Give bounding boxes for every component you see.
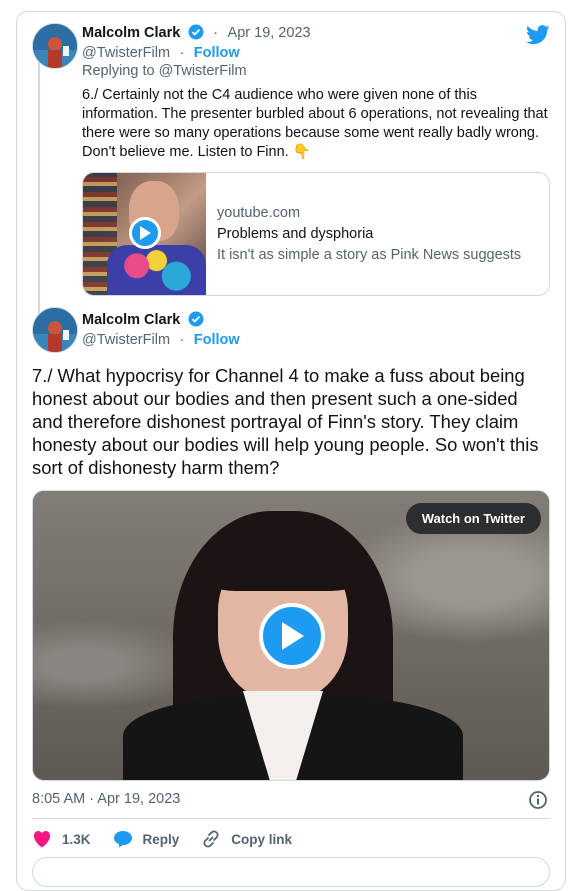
- separator-dot: ·: [179, 332, 185, 348]
- verified-badge-icon: [188, 311, 204, 332]
- separator-dot: ·: [179, 45, 185, 61]
- link-domain: youtube.com: [217, 205, 301, 221]
- tweet-text: 7./ What hypocrisy for Channel 4 to make…: [32, 365, 539, 478]
- like-button[interactable]: 1.3K: [32, 830, 91, 848]
- link-title: Problems and dysphoria: [217, 226, 374, 242]
- replying-to[interactable]: Replying to @TwisterFilm: [82, 63, 247, 79]
- tweet-text: 6./ Certainly not the C4 audience who we…: [82, 86, 554, 162]
- info-icon[interactable]: [528, 790, 548, 810]
- video-thumbnail: [83, 173, 206, 295]
- watch-on-twitter-button[interactable]: Watch on Twitter: [405, 503, 541, 534]
- author-handle[interactable]: @TwisterFilm: [82, 45, 170, 61]
- verified-badge-icon: [188, 24, 204, 45]
- reply-icon: [113, 831, 132, 848]
- link-description: It isn't as simple a story as Pink News …: [217, 247, 522, 263]
- author-handle[interactable]: @TwisterFilm: [82, 332, 170, 348]
- divider: [32, 818, 550, 819]
- action-bar: 1.3K Reply Copy link: [32, 828, 314, 850]
- heart-icon: [33, 830, 51, 848]
- follow-button[interactable]: Follow: [194, 45, 240, 61]
- play-icon[interactable]: [129, 217, 161, 249]
- link-preview-card[interactable]: youtube.com Problems and dysphoria It is…: [82, 172, 550, 296]
- twitter-bird-icon[interactable]: [526, 25, 550, 50]
- tweet-text-body: 6./ Certainly not the C4 audience who we…: [82, 87, 548, 160]
- author-name[interactable]: Malcolm Clark: [82, 312, 180, 328]
- video-player[interactable]: Watch on Twitter: [32, 490, 550, 781]
- tweet-timestamp[interactable]: 8:05 AM · Apr 19, 2023: [32, 791, 180, 807]
- reply-label: Reply: [142, 831, 180, 847]
- play-icon[interactable]: [259, 603, 325, 669]
- copy-link-button[interactable]: Copy link: [201, 829, 292, 849]
- separator-dot: ·: [213, 25, 219, 41]
- tweet-date[interactable]: Apr 19, 2023: [228, 25, 311, 41]
- thread-line: [38, 62, 40, 332]
- follow-button[interactable]: Follow: [194, 332, 240, 348]
- like-count: 1.3K: [62, 831, 91, 847]
- copy-link-label: Copy link: [231, 831, 293, 847]
- reply-button[interactable]: Reply: [113, 830, 180, 848]
- pointing-down-emoji: 👇: [292, 144, 311, 160]
- author-name[interactable]: Malcolm Clark: [82, 25, 180, 41]
- avatar[interactable]: [32, 307, 78, 353]
- link-icon: [203, 830, 219, 848]
- read-replies-button[interactable]: [32, 857, 550, 887]
